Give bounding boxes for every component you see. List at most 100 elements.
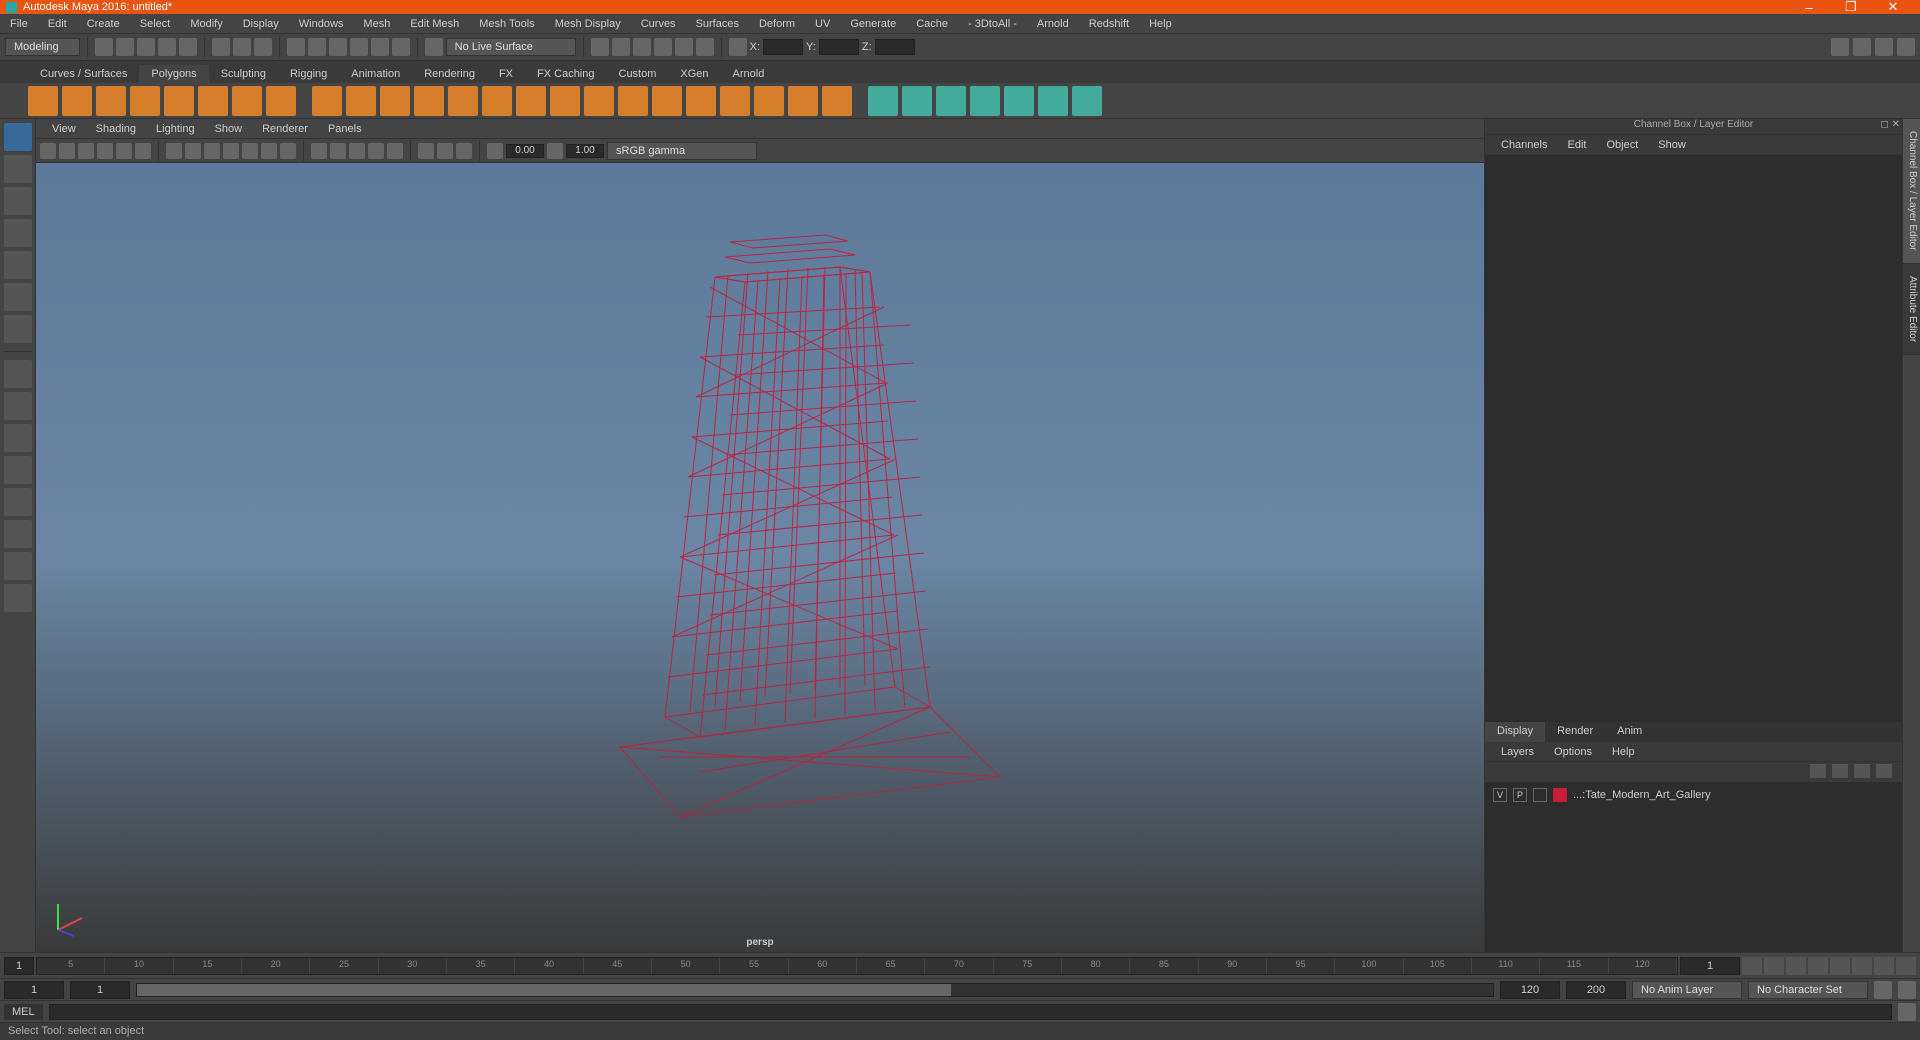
menu-curves[interactable]: Curves [631,18,686,30]
sculpt-5-icon[interactable] [1004,86,1034,116]
poly-combine-icon[interactable] [312,86,342,116]
lasso-tool[interactable] [4,155,32,183]
menu-select[interactable]: Select [130,18,181,30]
cmd-input[interactable] [49,1004,1892,1020]
step-fwd-key-button[interactable] [1874,957,1894,975]
sculpt-7-icon[interactable] [1072,86,1102,116]
poly-collapse-icon[interactable] [788,86,818,116]
menu-cache[interactable]: Cache [906,18,958,30]
autokey-icon[interactable] [1874,981,1892,999]
anim-layer-dropdown[interactable]: No Anim Layer [1632,981,1742,999]
step-fwd-button[interactable] [1852,957,1872,975]
toggle-tool-icon[interactable] [1853,38,1871,56]
gamma-icon[interactable] [547,143,563,159]
open-scene-icon[interactable] [116,38,134,56]
panel-view[interactable]: View [42,123,86,135]
snap-view-icon[interactable] [392,38,410,56]
poly-extrude-icon[interactable] [550,86,580,116]
menu-surfaces[interactable]: Surfaces [686,18,749,30]
lights-icon[interactable] [368,143,384,159]
play-fwd-button[interactable] [1830,957,1850,975]
sculpt-4-icon[interactable] [970,86,1000,116]
redo-icon[interactable] [179,38,197,56]
panel-panels[interactable]: Panels [318,123,372,135]
layers-menu[interactable]: Layers [1491,746,1544,758]
menu-edit-mesh[interactable]: Edit Mesh [400,18,469,30]
panel-layout-icon[interactable] [729,38,747,56]
goto-start-button[interactable] [1742,957,1762,975]
range-track[interactable] [136,983,1494,997]
exposure-value[interactable]: 0.00 [506,144,544,158]
viewport[interactable]: persp [36,163,1484,952]
safe-title-icon[interactable] [280,143,296,159]
select-tool[interactable] [4,123,32,151]
time-track[interactable]: 5101520253035404550556065707580859095100… [36,957,1678,975]
layout-custom-icon[interactable] [4,584,32,612]
shadows-icon[interactable] [387,143,403,159]
step-back-button[interactable] [1786,957,1806,975]
step-back-key-button[interactable] [1764,957,1784,975]
camera-select-icon[interactable] [40,143,56,159]
layer-vis-toggle[interactable]: V [1493,788,1507,802]
cmd-language-label[interactable]: MEL [4,1004,43,1020]
poly-torus-icon[interactable] [198,86,228,116]
toggle-modeling-icon[interactable] [1897,38,1915,56]
poly-mirror-icon[interactable] [516,86,546,116]
side-tab-channel[interactable]: Channel Box / Layer Editor [1903,119,1920,264]
history-icon[interactable] [591,38,609,56]
undo-icon[interactable] [158,38,176,56]
sculpt-3-icon[interactable] [936,86,966,116]
menu-windows[interactable]: Windows [289,18,354,30]
panel-show[interactable]: Show [205,123,253,135]
snap-point-icon[interactable] [329,38,347,56]
menu-modify[interactable]: Modify [180,18,232,30]
layer-tab-render[interactable]: Render [1545,722,1605,742]
sculpt-1-icon[interactable] [868,86,898,116]
film-gate-icon[interactable] [185,143,201,159]
coord-z-field[interactable] [875,39,915,55]
new-scene-icon[interactable] [95,38,113,56]
toggle-attr-icon[interactable] [1831,38,1849,56]
shelf-tab-fxcaching[interactable]: FX Caching [525,65,606,83]
live-surface-dropdown[interactable]: No Live Surface [446,38,576,56]
menu-edit[interactable]: Edit [38,18,77,30]
channel-show-menu[interactable]: Show [1648,139,1696,151]
script-editor-icon[interactable] [1898,1003,1916,1021]
close-button[interactable]: ✕ [1872,0,1914,15]
toggle-channel-icon[interactable] [1875,38,1893,56]
poly-delete-edge-icon[interactable] [822,86,852,116]
coord-y-field[interactable] [819,39,859,55]
safe-action-icon[interactable] [261,143,277,159]
select-mode-icon[interactable] [212,38,230,56]
live-surface-icon[interactable] [425,38,443,56]
color-space-dropdown[interactable]: sRGB gamma [607,142,757,160]
range-start[interactable]: 1 [4,981,64,999]
menu-mesh-tools[interactable]: Mesh Tools [469,18,544,30]
time-start-display[interactable]: 1 [4,957,34,975]
xray-joints-icon[interactable] [456,143,472,159]
layer-playback-toggle[interactable]: P [1513,788,1527,802]
poly-bevel-icon[interactable] [584,86,614,116]
poly-retopo-icon[interactable] [482,86,512,116]
textured-icon[interactable] [349,143,365,159]
snap-curve-icon[interactable] [308,38,326,56]
image-plane-icon[interactable] [97,143,113,159]
2d-pan-icon[interactable] [116,143,132,159]
shelf-tab-animation[interactable]: Animation [339,65,412,83]
camera-attr-icon[interactable] [59,143,75,159]
menu-redshift[interactable]: Redshift [1079,18,1139,30]
channels-menu[interactable]: Channels [1491,139,1557,151]
poly-bridge-icon[interactable] [618,86,648,116]
shelf-tab-xgen[interactable]: XGen [668,65,720,83]
grid-icon[interactable] [166,143,182,159]
panel-lighting[interactable]: Lighting [146,123,205,135]
bookmark-icon[interactable] [78,143,94,159]
hypershade-icon[interactable] [675,38,693,56]
character-set-dropdown[interactable]: No Character Set [1748,981,1868,999]
poly-append-icon[interactable] [652,86,682,116]
poly-remesh-icon[interactable] [448,86,478,116]
layout-two-h-icon[interactable] [4,424,32,452]
layer-help-menu[interactable]: Help [1602,746,1645,758]
poly-plane-icon[interactable] [164,86,194,116]
layout-four-icon[interactable] [4,392,32,420]
